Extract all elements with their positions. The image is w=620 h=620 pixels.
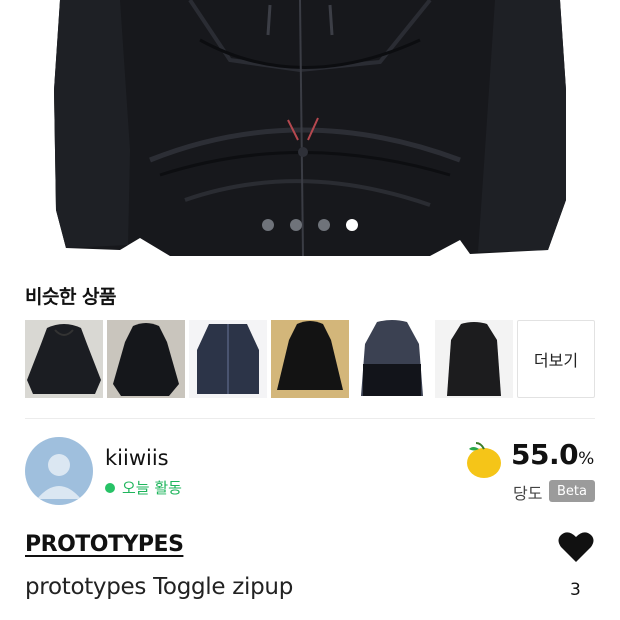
product-title: prototypes Toggle zipup: [25, 574, 293, 600]
more-similar-button[interactable]: 더보기: [517, 320, 595, 398]
like-count: 3: [570, 580, 581, 600]
hoodie-thumbnail: [107, 320, 185, 398]
gallery-dot[interactable]: [262, 219, 274, 231]
seller-avatar[interactable]: [25, 437, 93, 505]
product-image-gallery[interactable]: [0, 0, 620, 256]
heart-icon[interactable]: [558, 530, 594, 563]
product-photo: [0, 0, 620, 256]
similar-item-3[interactable]: [189, 320, 267, 398]
similar-item-1[interactable]: [25, 320, 103, 398]
sweetness-unit: %: [578, 449, 594, 469]
sweetness-score: 55.0%: [511, 438, 594, 471]
seller-activity: 오늘 활동: [105, 477, 182, 498]
seller-name[interactable]: kiiwiis: [105, 446, 169, 470]
sweetness-value: 55.0: [511, 438, 579, 471]
hoodie-thumbnail: [435, 320, 513, 398]
beta-badge: Beta: [549, 480, 595, 502]
sweetness-label: 당도: [513, 484, 543, 503]
default-profile-icon: [37, 454, 81, 499]
section-divider: [25, 418, 595, 419]
similar-item-6[interactable]: [435, 320, 513, 398]
gallery-pagination: [0, 219, 620, 231]
similar-products-list: 더보기: [25, 320, 595, 398]
similar-item-5[interactable]: [353, 320, 431, 398]
online-status-icon: [105, 482, 115, 493]
similar-item-4[interactable]: [271, 320, 349, 398]
hoodie-thumbnail: [25, 320, 103, 398]
apple-icon: [467, 442, 501, 478]
seller-activity-label: 오늘 활동: [122, 479, 182, 497]
gallery-dot[interactable]: [318, 219, 330, 231]
similar-item-2[interactable]: [107, 320, 185, 398]
jacket-thumbnail: [189, 320, 267, 398]
gallery-dot[interactable]: [290, 219, 302, 231]
similar-products-title: 비슷한 상품: [25, 286, 117, 308]
gallery-dot[interactable]: [346, 219, 358, 231]
brand-link[interactable]: PROTOTYPES: [25, 532, 184, 557]
hoodie-thumbnail: [271, 320, 349, 398]
jacket-thumbnail: [353, 320, 431, 398]
